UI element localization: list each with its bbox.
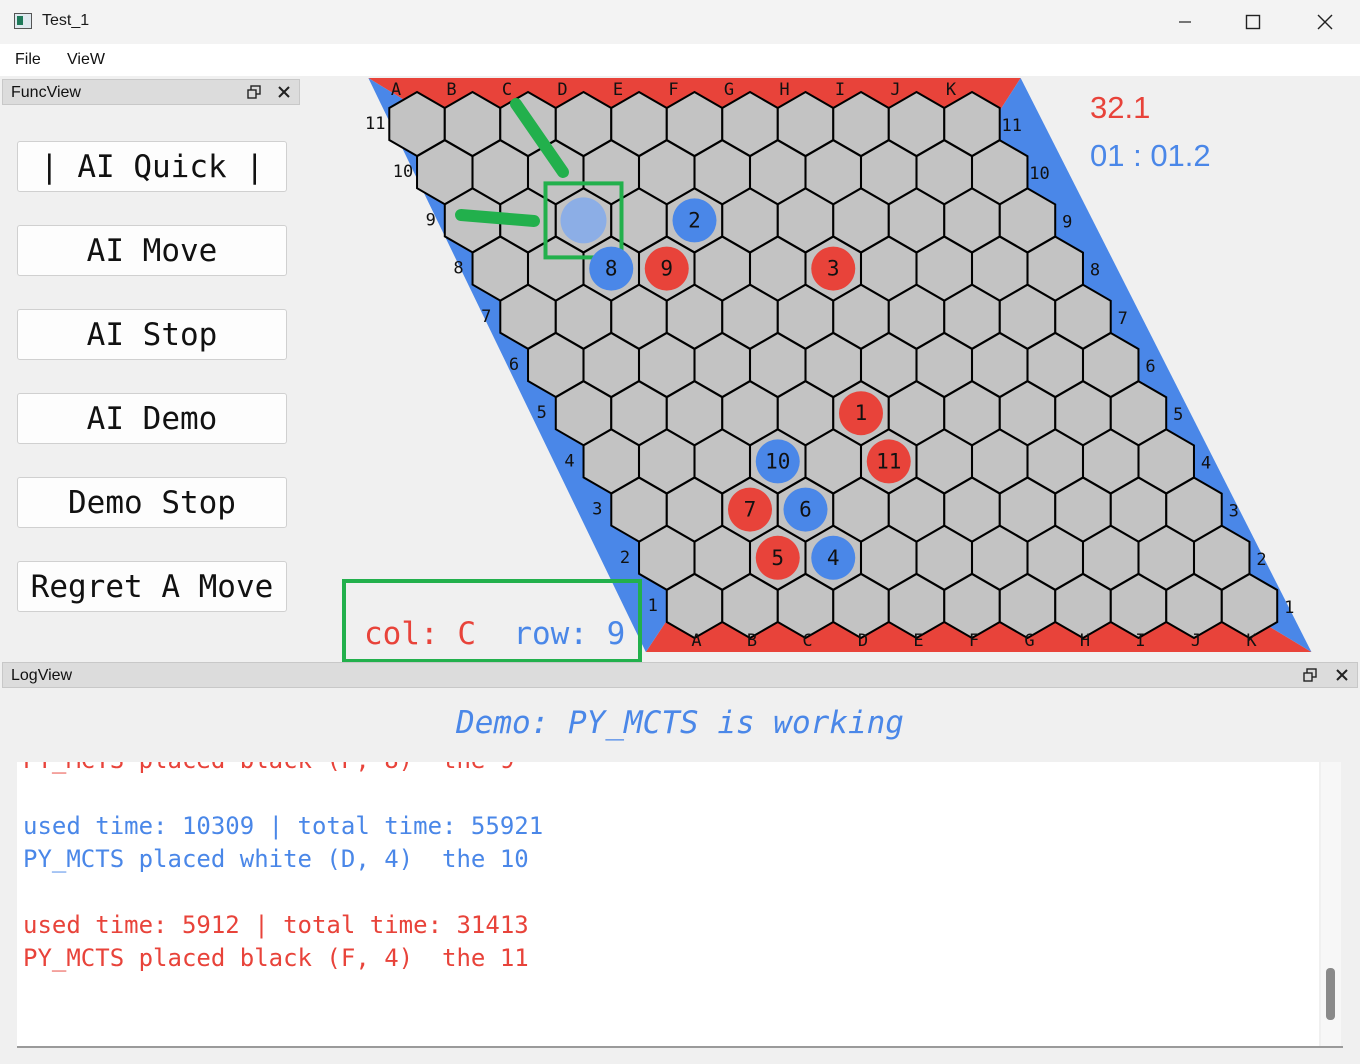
- row-label-right: 7: [1118, 309, 1128, 329]
- stone-number: 2: [688, 208, 701, 232]
- timer-value: 01 : 01.2: [1090, 138, 1211, 173]
- column-label-top: H: [779, 80, 789, 100]
- coordinate-readout: col: C row: 9: [342, 579, 642, 663]
- score-value: 32.1: [1090, 90, 1151, 125]
- hex-board[interactable]: AABBCCDDEEFFGGHHIIJJKK11 1110 109 98 87 76 65 5…: [0, 0, 1360, 665]
- col-value: C: [457, 616, 476, 652]
- row-label-right: 5: [1173, 405, 1183, 425]
- row-guide-line: [455, 209, 540, 227]
- log-text-area[interactable]: PY_MCTS placed black (F, 8) the 9 used t…: [17, 762, 1319, 1046]
- log-line: PY_MCTS placed white (D, 4) the 10: [23, 845, 529, 873]
- divider: [17, 1046, 1343, 1048]
- logview-float-button[interactable]: [1299, 664, 1321, 686]
- row-label-right: 10: [1029, 164, 1049, 184]
- row-label-left: 5: [537, 403, 547, 423]
- row-label-left: 10: [393, 162, 413, 182]
- log-line: PY_MCTS placed black (F, 8) the 9: [23, 762, 514, 774]
- stone-number: 10: [765, 449, 790, 473]
- column-label-bottom: C: [802, 631, 812, 651]
- row-label-left: 2: [620, 548, 630, 568]
- column-label-top: I: [835, 80, 845, 100]
- column-label-top: B: [446, 80, 456, 100]
- row-label-right: 8: [1090, 261, 1100, 281]
- stone-number: 7: [744, 498, 757, 522]
- col-label: col:: [364, 616, 439, 652]
- column-label-top: K: [946, 80, 957, 100]
- logview-title: LogView: [11, 667, 73, 684]
- row-label-right: 4: [1201, 453, 1211, 473]
- row-label-right: 9: [1062, 212, 1072, 232]
- column-label-bottom: B: [747, 631, 757, 651]
- logview-close-button[interactable]: [1331, 664, 1353, 686]
- row-label-right: 1: [1284, 598, 1294, 618]
- column-label-bottom: D: [858, 631, 868, 651]
- row-label-left: 8: [453, 259, 463, 279]
- row-label-right: 6: [1145, 357, 1155, 377]
- close-icon: [1336, 669, 1348, 681]
- row-label-right: 2: [1256, 550, 1266, 570]
- row-label-right: 3: [1229, 502, 1239, 522]
- log-line: used time: 5912 | total time: 31413: [23, 911, 529, 939]
- column-label-bottom: G: [1024, 631, 1034, 651]
- log-heading: Demo: PY_MCTS is working: [456, 705, 904, 741]
- hover-stone: [560, 197, 607, 244]
- row-label-left: 9: [426, 210, 436, 230]
- row-label-left: 11: [365, 114, 385, 134]
- stone-number: 4: [827, 546, 840, 570]
- logview-titlebar: LogView: [2, 662, 1358, 688]
- stone-number: 9: [660, 257, 673, 281]
- column-label-bottom: I: [1135, 631, 1145, 651]
- log-scrollbar-thumb[interactable]: [1326, 968, 1335, 1020]
- row-label-left: 3: [592, 500, 602, 520]
- float-icon: [1303, 668, 1317, 682]
- column-label-bottom: K: [1246, 631, 1257, 651]
- column-label-top: A: [391, 80, 401, 100]
- stone-number: 5: [771, 546, 784, 570]
- stone-number: 11: [876, 449, 901, 473]
- row-value: 9: [606, 616, 626, 652]
- column-label-top: C: [502, 80, 512, 100]
- column-label-top: F: [668, 80, 678, 100]
- stone-number: 8: [605, 257, 618, 281]
- column-label-bottom: F: [969, 631, 979, 651]
- coordinate-text: col: C row: 9: [364, 616, 625, 652]
- column-label-bottom: H: [1080, 631, 1090, 651]
- column-label-top: D: [557, 80, 567, 100]
- stone-number: 3: [827, 257, 840, 281]
- column-label-top: J: [890, 80, 900, 100]
- column-label-top: E: [613, 80, 623, 100]
- log-line: used time: 10309 | total time: 55921: [23, 812, 544, 840]
- column-label-top: G: [724, 80, 734, 100]
- log-line: PY_MCTS placed black (F, 4) the 11: [23, 944, 529, 972]
- row-label: row:: [513, 616, 588, 652]
- row-label-left: 4: [564, 451, 574, 471]
- row-label-left: 1: [648, 596, 658, 616]
- row-label-left: 6: [509, 355, 519, 375]
- column-label-bottom: E: [913, 631, 923, 651]
- column-label-bottom: A: [691, 631, 701, 651]
- row-label-right: 11: [1002, 116, 1022, 136]
- stone-number: 1: [855, 401, 868, 425]
- stone-number: 6: [799, 498, 812, 522]
- row-label-left: 7: [481, 307, 491, 327]
- column-label-bottom: J: [1191, 631, 1201, 651]
